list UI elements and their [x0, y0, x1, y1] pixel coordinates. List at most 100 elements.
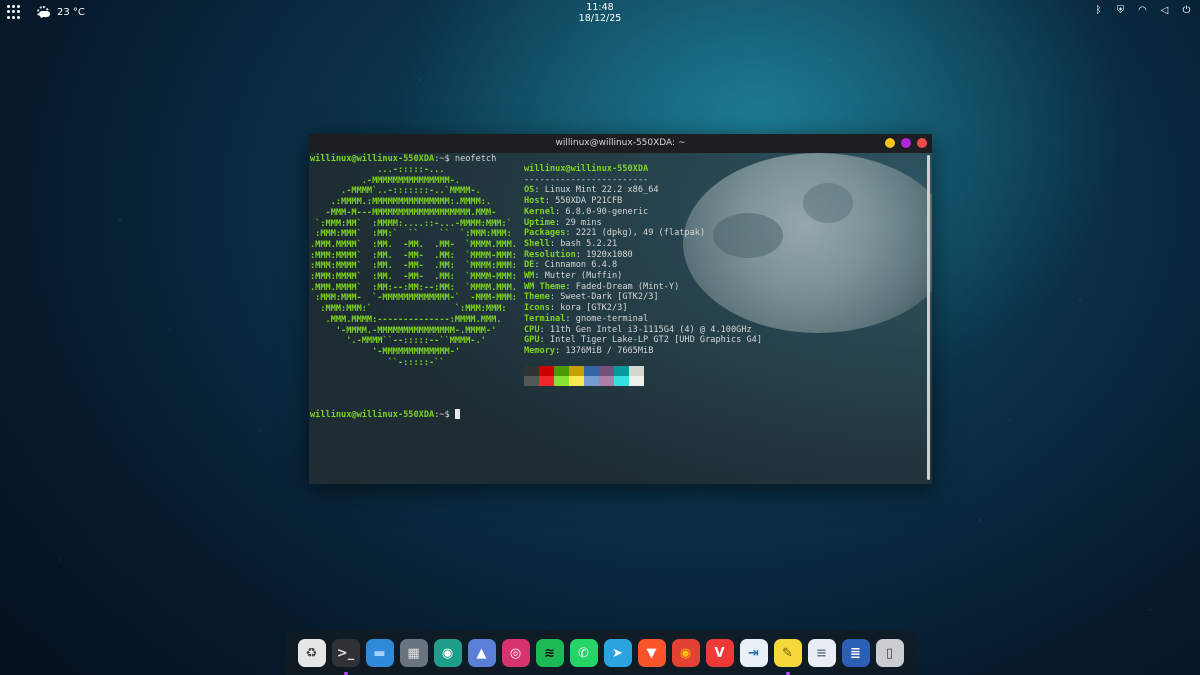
- dock-item[interactable]: ◉: [671, 638, 701, 668]
- palette-swatch: [599, 376, 614, 386]
- power-icon[interactable]: ⏻: [1181, 5, 1192, 16]
- shield-icon[interactable]: ⛨: [1115, 5, 1126, 16]
- info-row: Kernel: 6.8.0-90-generic: [524, 206, 649, 217]
- ascii-line: '-MMMMMMMMMMMMM-': [310, 346, 461, 357]
- dock-item[interactable]: ≡: [807, 638, 837, 668]
- dock-item[interactable]: V: [705, 638, 735, 668]
- info-row: Theme: Sweet-Dark [GTK2/3]: [524, 292, 659, 303]
- ascii-line: :MMM:MMMM` :MM. -MM- .MM: `MMMM-MMM:: [310, 250, 517, 261]
- info-row: CPU: 11th Gen Intel i3-1115G4 (4) @ 4.10…: [524, 324, 752, 335]
- system-tray: ᛒ ⛨ ◠ ◁ ⏻: [1093, 5, 1192, 16]
- terminal-output[interactable]: willinux@willinux-550XDA:~$ neofetch ...…: [309, 153, 932, 484]
- info-value: Mutter (Muffin): [544, 271, 623, 282]
- palette-swatch: [629, 366, 644, 376]
- palette-swatch: [569, 366, 584, 376]
- clock-date: 18/12/25: [578, 13, 622, 24]
- active-prompt-line[interactable]: willinux@willinux-550XDA:~$: [310, 409, 460, 420]
- wifi-icon[interactable]: ◠: [1137, 5, 1148, 16]
- dock-item[interactable]: ≣: [841, 638, 871, 668]
- info-key: Kernel: [524, 206, 556, 217]
- dock-item[interactable]: ▯: [875, 638, 905, 668]
- top-panel: 23 °C 11:48 18/12/25 ᛒ ⛨ ◠ ◁ ⏻: [0, 0, 1200, 26]
- clock[interactable]: 11:48 18/12/25: [0, 2, 1200, 24]
- whatsapp-icon: ✆: [569, 639, 598, 667]
- dock-item[interactable]: ▬: [365, 638, 395, 668]
- ascii-line: :MMM:MMM- `-MMMMMMMMMMMMM-` -MMM-MMM:: [310, 293, 517, 304]
- info-row: GPU: Intel Tiger Lake-LP GT2 [UHD Graphi…: [524, 335, 763, 346]
- ascii-line: '.-MMMM``--:::::--``MMMM-.': [310, 336, 486, 347]
- dock-item[interactable]: >_: [331, 638, 361, 675]
- close-button[interactable]: [917, 138, 927, 148]
- dock-item[interactable]: ▦: [399, 638, 429, 668]
- palette-swatch: [584, 366, 599, 376]
- trash-icon: ♻: [297, 639, 326, 667]
- info-value: gnome-terminal: [575, 313, 649, 324]
- spotify-icon: ≋: [535, 639, 564, 667]
- info-key: Terminal: [524, 313, 566, 324]
- scrollbar[interactable]: [927, 155, 930, 480]
- ascii-line: .MMM.MMMM` :MM. -MM. .MM- `MMMM.MMM.: [310, 239, 517, 250]
- prompt-suffix: :~$: [434, 154, 455, 164]
- dock-item[interactable]: ✆: [569, 638, 599, 668]
- info-value: Intel Tiger Lake-LP GT2 [UHD Graphics G4…: [549, 335, 763, 346]
- palette-swatch: [584, 376, 599, 386]
- dock-item[interactable]: ◎: [501, 638, 531, 668]
- dock: ♻ >_ ▬ ▦ ◉ ▲ ◎ ≋ ✆ ➤ ▼ ◉ V ⇥ ✎ ≡ ≣ ▯: [285, 631, 916, 675]
- image-viewer-icon: ▲: [467, 639, 496, 667]
- dock-item[interactable]: ⇥: [739, 638, 769, 668]
- text-cursor: [454, 409, 460, 419]
- dock-item[interactable]: ➤: [603, 638, 633, 668]
- volume-icon[interactable]: ◁: [1159, 5, 1170, 16]
- info-row: Uptime: 29 mins: [524, 217, 602, 228]
- ascii-line: .-MMMMMMMMMMMMMMM-.: [310, 175, 461, 186]
- info-key: Icons: [524, 303, 550, 314]
- system-info: willinux@willinux-550XDA ---------------…: [524, 164, 762, 357]
- window-title: willinux@willinux-550XDA: ~: [555, 138, 686, 148]
- info-key: Shell: [524, 238, 550, 249]
- info-row: Memory: 1376MiB / 7665MiB: [524, 345, 654, 356]
- palette-swatch: [614, 376, 629, 386]
- ascii-line: ``-:::::-``: [310, 357, 445, 368]
- info-value: Faded-Dream (Mint-Y): [575, 281, 680, 292]
- palette-swatch: [599, 366, 614, 376]
- info-header: willinux@willinux-550XDA: [524, 164, 649, 174]
- info-row: Resolution: 1920x1080: [524, 249, 633, 260]
- info-value: 1376MiB / 7665MiB: [565, 345, 654, 356]
- bluetooth-icon[interactable]: ᛒ: [1093, 5, 1104, 16]
- brave-icon: ▼: [637, 639, 666, 667]
- dock-item[interactable]: ♻: [297, 638, 327, 668]
- maximize-button[interactable]: [901, 138, 911, 148]
- calculator-icon: ▦: [399, 639, 428, 667]
- dock-item[interactable]: ◉: [433, 638, 463, 668]
- info-key: Resolution: [524, 249, 576, 260]
- info-row: DE: Cinnamon 6.4.8: [524, 260, 618, 271]
- info-value: kora [GTK2/3]: [560, 303, 628, 314]
- info-row: Icons: kora [GTK2/3]: [524, 303, 628, 314]
- command-line: willinux@willinux-550XDA:~$ neofetch: [310, 154, 496, 164]
- info-value: 1920x1080: [586, 249, 633, 260]
- remote-desktop-icon: ⇥: [739, 639, 768, 667]
- word-processor-icon: ≣: [841, 639, 870, 667]
- info-value: Sweet-Dark [GTK2/3]: [560, 292, 659, 303]
- palette-swatch: [569, 376, 584, 386]
- chrome-icon: ◉: [671, 639, 700, 667]
- dock-item[interactable]: ≋: [535, 638, 565, 668]
- info-value: bash 5.2.21: [560, 238, 618, 249]
- dock-item[interactable]: ▲: [467, 638, 497, 668]
- palette-swatch: [554, 366, 569, 376]
- dock-item[interactable]: ✎: [773, 638, 803, 675]
- files-icon: ▬: [365, 639, 394, 667]
- minimize-button[interactable]: [885, 138, 895, 148]
- info-row: Host: 550XDA P21CFB: [524, 196, 623, 207]
- info-value: Linux Mint 22.2 x86_64: [544, 185, 659, 196]
- dock-item[interactable]: ▼: [637, 638, 667, 668]
- ascii-line: .MMM.MMMM` :MM:--:MM:--:MM: `MMMM.MMM.: [310, 282, 517, 293]
- terminal-window[interactable]: willinux@willinux-550XDA: ~ willinux@wil…: [309, 134, 932, 484]
- title-bar[interactable]: willinux@willinux-550XDA: ~: [309, 134, 932, 153]
- ascii-line: .-MMMM`..-:::::::-..`MMMM-.: [310, 186, 481, 197]
- info-value: 11th Gen Intel i3-1115G4 (4) @ 4.100GHz: [549, 324, 752, 335]
- info-key: Uptime: [524, 217, 556, 228]
- info-row: OS: Linux Mint 22.2 x86_64: [524, 185, 659, 196]
- info-row: WM Theme: Faded-Dream (Mint-Y): [524, 281, 680, 292]
- info-value: 6.8.0-90-generic: [565, 206, 649, 217]
